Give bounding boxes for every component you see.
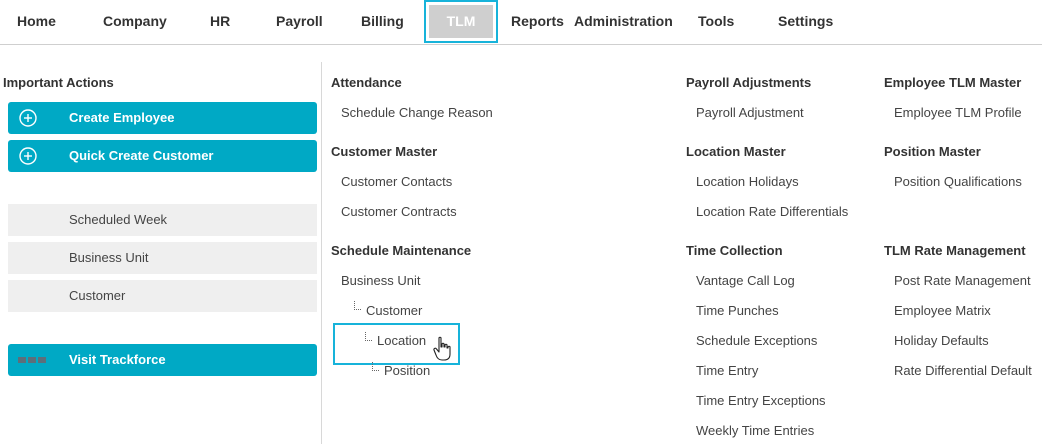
payroll-adjustments-heading: Payroll Adjustments	[686, 75, 812, 90]
time-entry-link[interactable]: Time Entry	[696, 363, 758, 378]
business-unit-link[interactable]: Business Unit	[341, 273, 420, 288]
time-punches-link[interactable]: Time Punches	[696, 303, 779, 318]
schedule-change-reason-link[interactable]: Schedule Change Reason	[341, 105, 493, 120]
employee-matrix-link[interactable]: Employee Matrix	[894, 303, 991, 318]
scheduled-week-label: Scheduled Week	[69, 212, 168, 227]
business-unit-item[interactable]: Business Unit	[8, 242, 317, 274]
hand-pointer-cursor-icon	[433, 336, 451, 361]
nav-settings[interactable]: Settings	[778, 0, 833, 43]
position-qualifications-link[interactable]: Position Qualifications	[894, 174, 1022, 189]
customer-link[interactable]: Customer	[366, 303, 422, 318]
create-employee-label: Create Employee	[69, 110, 175, 125]
nav-home[interactable]: Home	[17, 0, 56, 43]
tlm-rate-management-heading: TLM Rate Management	[884, 243, 1026, 258]
vantage-call-log-link[interactable]: Vantage Call Log	[696, 273, 795, 288]
top-nav: Home Company HR Payroll Billing TLM Repo…	[0, 0, 1042, 45]
employee-tlm-profile-link[interactable]: Employee TLM Profile	[894, 105, 1022, 120]
trackforce-logo-icon	[18, 357, 46, 363]
customer-item[interactable]: Customer	[8, 280, 317, 312]
location-master-heading: Location Master	[686, 144, 786, 159]
nav-tools[interactable]: Tools	[698, 0, 734, 43]
time-collection-heading: Time Collection	[686, 243, 783, 258]
customer-master-heading: Customer Master	[331, 144, 438, 159]
position-master-heading: Position Master	[884, 144, 981, 159]
scheduled-week-item[interactable]: Scheduled Week	[8, 204, 317, 236]
panel-divider	[321, 62, 322, 444]
location-link[interactable]: Location	[377, 333, 426, 348]
post-rate-management-link[interactable]: Post Rate Management	[894, 273, 1031, 288]
plus-circle-icon	[19, 147, 37, 165]
nav-reports[interactable]: Reports	[511, 0, 564, 43]
quick-create-customer-label: Quick Create Customer	[69, 148, 214, 163]
attendance-heading: Attendance	[331, 75, 402, 90]
schedule-exceptions-link[interactable]: Schedule Exceptions	[696, 333, 817, 348]
tree-connector	[365, 332, 372, 341]
holiday-defaults-link[interactable]: Holiday Defaults	[894, 333, 989, 348]
tree-connector	[354, 301, 361, 310]
employee-tlm-master-heading: Employee TLM Master	[884, 75, 1022, 90]
visit-trackforce-button[interactable]: Visit Trackforce	[8, 344, 317, 376]
rate-differential-default-link[interactable]: Rate Differential Default	[894, 363, 1032, 378]
important-actions-title: Important Actions	[3, 75, 114, 90]
quick-create-customer-button[interactable]: Quick Create Customer	[8, 140, 317, 172]
nav-tlm[interactable]: TLM	[429, 5, 493, 38]
nav-payroll[interactable]: Payroll	[276, 0, 323, 43]
tree-connector	[372, 362, 379, 371]
time-entry-exceptions-link[interactable]: Time Entry Exceptions	[696, 393, 826, 408]
nav-billing[interactable]: Billing	[361, 0, 404, 43]
plus-circle-icon	[19, 109, 37, 127]
weekly-time-entries-link[interactable]: Weekly Time Entries	[696, 423, 814, 438]
nav-hr[interactable]: HR	[210, 0, 230, 43]
customer-label: Customer	[69, 288, 126, 303]
schedule-maintenance-heading: Schedule Maintenance	[331, 243, 472, 258]
nav-company[interactable]: Company	[103, 0, 167, 43]
location-rate-differentials-link[interactable]: Location Rate Differentials	[696, 204, 848, 219]
business-unit-label: Business Unit	[69, 250, 149, 265]
location-holidays-link[interactable]: Location Holidays	[696, 174, 799, 189]
nav-administration[interactable]: Administration	[574, 0, 673, 43]
visit-trackforce-label: Visit Trackforce	[69, 352, 166, 367]
nav-tlm-highlight[interactable]: TLM	[424, 0, 498, 43]
customer-contracts-link[interactable]: Customer Contracts	[341, 204, 457, 219]
create-employee-button[interactable]: Create Employee	[8, 102, 317, 134]
position-link[interactable]: Position	[384, 363, 430, 378]
customer-contacts-link[interactable]: Customer Contacts	[341, 174, 452, 189]
payroll-adjustment-link[interactable]: Payroll Adjustment	[696, 105, 804, 120]
